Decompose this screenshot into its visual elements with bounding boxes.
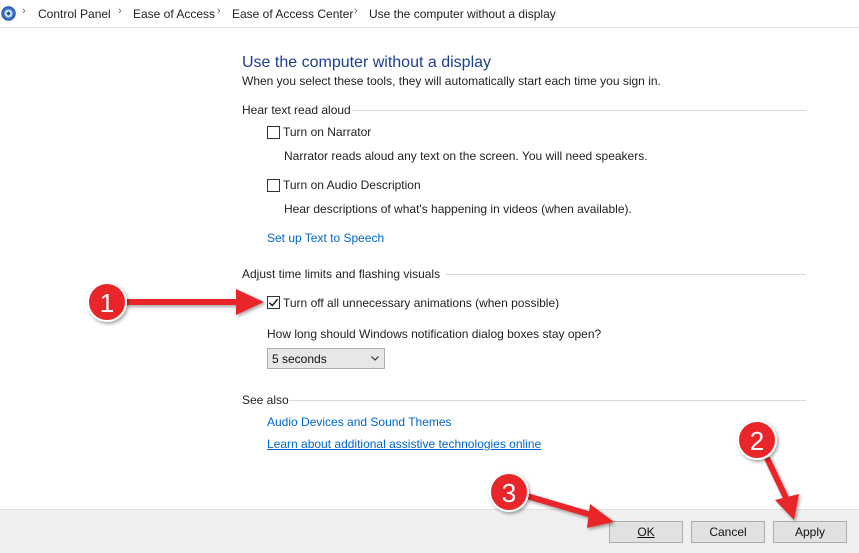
chevron-down-icon [371,356,379,361]
breadcrumb-control-panel[interactable]: Control Panel [38,7,111,21]
notification-duration-question: How long should Windows notification dia… [267,327,602,341]
control-panel-icon[interactable] [1,6,16,21]
badge-3-number: 3 [502,478,516,508]
chevron-right-icon: › [354,5,358,17]
section-heading-see-also: See also [242,393,289,407]
breadcrumb-current-page: Use the computer without a display [369,7,556,21]
audio-description-description: Hear descriptions of what's happening in… [284,202,632,216]
breadcrumb-ease-of-access-center[interactable]: Ease of Access Center [232,7,353,21]
badge-2-number: 2 [750,426,764,456]
breadcrumb: › Control Panel › Ease of Access › Ease … [0,0,859,28]
ok-button-label: OK [637,525,655,539]
section-heading-time-limits: Adjust time limits and flashing visuals [242,267,441,281]
audio-devices-link[interactable]: Audio Devices and Sound Themes [267,415,452,429]
narrator-description: Narrator reads aloud any text on the scr… [284,149,648,163]
notification-duration-select[interactable]: 5 seconds [267,348,385,369]
annotation-badge-1: 1 [87,282,127,322]
assistive-technologies-link[interactable]: Learn about additional assistive technol… [267,437,541,451]
chevron-right-icon: › [217,5,221,17]
animations-label[interactable]: Turn off all unnecessary animations (whe… [283,296,559,310]
section-divider [352,110,806,111]
breadcrumb-ease-of-access[interactable]: Ease of Access [133,7,215,21]
ok-button[interactable]: OK [609,521,683,543]
animations-checkbox[interactable] [267,296,280,309]
page-subtitle: When you select these tools, they will a… [242,74,661,88]
section-divider [290,400,806,401]
setup-text-to-speech-link[interactable]: Set up Text to Speech [267,231,384,245]
annotation-arrow-1 [125,289,264,315]
narrator-checkbox[interactable] [267,126,280,139]
narrator-label[interactable]: Turn on Narrator [283,125,371,139]
notification-duration-value: 5 seconds [272,352,327,366]
checkmark-icon [269,298,279,307]
annotation-badge-2: 2 [737,420,777,460]
audio-description-checkbox[interactable] [267,179,280,192]
badge-1-number: 1 [100,288,114,318]
audio-description-label[interactable]: Turn on Audio Description [283,178,421,192]
apply-button[interactable]: Apply [773,521,847,543]
section-heading-text-read-aloud: Hear text read aloud [242,103,351,117]
annotation-badge-3: 3 [489,472,529,512]
chevron-right-icon: › [118,5,122,17]
cancel-button[interactable]: Cancel [691,521,765,543]
chevron-right-icon: › [22,5,26,17]
page-title: Use the computer without a display [242,54,492,71]
section-divider [446,274,806,275]
